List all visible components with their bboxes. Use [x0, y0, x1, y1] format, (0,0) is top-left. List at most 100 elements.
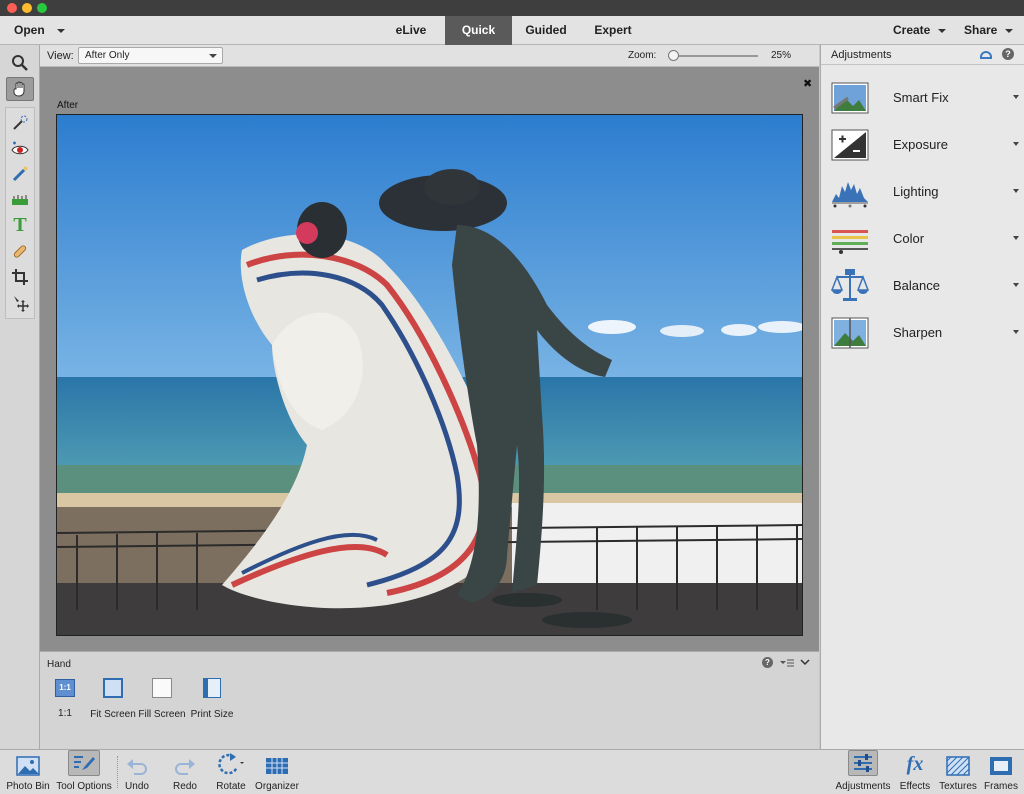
- chevron-down-icon: [1013, 142, 1019, 146]
- tool-options-icon: [74, 756, 95, 770]
- straighten-icon: [12, 195, 28, 205]
- tab-label: Guided: [525, 23, 567, 37]
- create-menu-button[interactable]: Create: [893, 16, 947, 45]
- adj-label: Sharpen: [893, 325, 943, 340]
- effects-button[interactable]: fx Effects: [896, 750, 934, 794]
- chevron-down-icon: [56, 28, 65, 33]
- print-size-label: Print Size: [190, 709, 234, 720]
- close-window-button[interactable]: [7, 3, 17, 13]
- texture-icon: [946, 756, 970, 776]
- photo-image: [56, 114, 803, 636]
- redo-icon: [175, 759, 195, 775]
- adj-label: Lighting: [893, 184, 939, 199]
- chevron-down-icon: [1013, 283, 1019, 287]
- fill-screen-label: Fill Screen: [138, 709, 186, 720]
- fit-screen-button[interactable]: Fit Screen: [89, 676, 137, 720]
- tool-options-button[interactable]: Tool Options: [55, 750, 113, 794]
- adj-sharpen[interactable]: Sharpen: [829, 313, 1019, 353]
- adj-color[interactable]: Color: [829, 219, 1019, 259]
- zoom-slider-thumb[interactable]: [667, 50, 679, 61]
- minimize-window-button[interactable]: [22, 3, 32, 13]
- redo-button[interactable]: Redo: [168, 750, 202, 794]
- textures-label: Textures: [939, 781, 977, 792]
- open-label: Open: [14, 23, 45, 37]
- magnifier-icon: [12, 55, 28, 71]
- move-tool[interactable]: [6, 291, 34, 315]
- options-bar: View: After Only Zoom: 25%: [40, 45, 819, 67]
- zoom-window-button[interactable]: [37, 3, 47, 13]
- adj-label: Balance: [893, 278, 940, 293]
- type-icon: T: [13, 213, 27, 236]
- zoom-1-1-button[interactable]: 1:1 1:1: [50, 676, 80, 719]
- photo-bin-button[interactable]: Photo Bin: [4, 750, 52, 794]
- bandage-icon: [13, 245, 27, 258]
- taskbar: Photo Bin Tool Options Undo Redo Rotate …: [0, 749, 1024, 794]
- rotate-button[interactable]: Rotate: [212, 750, 250, 794]
- adj-smart-fix[interactable]: Smart Fix: [829, 78, 1019, 118]
- fill-screen-icon: [152, 678, 172, 698]
- spot-healing-tool[interactable]: [6, 239, 34, 263]
- menu-bar: Open eLive Quick Guided Expert Create Sh…: [0, 16, 1024, 45]
- lighting-icon: [832, 182, 868, 208]
- zoom-label: Zoom:: [628, 50, 657, 61]
- frame-icon: [990, 757, 1012, 775]
- adj-balance[interactable]: Balance: [829, 266, 1019, 306]
- help-icon[interactable]: ?: [1002, 48, 1014, 60]
- print-size-icon: [203, 678, 221, 698]
- one-to-one-icon: 1:1: [55, 679, 75, 697]
- red-eye-tool[interactable]: [6, 137, 34, 161]
- print-size-button[interactable]: Print Size: [189, 676, 235, 720]
- tab-label: Expert: [594, 23, 632, 37]
- type-tool[interactable]: T: [6, 213, 34, 237]
- close-view-button[interactable]: ✖: [803, 77, 812, 90]
- tab-quick[interactable]: Quick: [445, 16, 512, 45]
- organizer-button[interactable]: Organizer: [254, 750, 300, 794]
- hand-icon: [13, 81, 25, 97]
- open-menu-button[interactable]: Open: [14, 16, 65, 45]
- undo-button[interactable]: Undo: [120, 750, 154, 794]
- frames-button[interactable]: Frames: [982, 750, 1020, 794]
- quick-selection-tool[interactable]: [6, 111, 34, 135]
- undo-icon: [127, 759, 147, 775]
- title-bar: [0, 0, 1024, 16]
- eye-icon: [11, 141, 29, 155]
- adj-exposure[interactable]: Exposure: [829, 125, 1019, 165]
- redo-label: Redo: [173, 781, 197, 792]
- hand-tool[interactable]: [6, 77, 34, 101]
- tab-elive[interactable]: eLive: [382, 16, 440, 45]
- panel-menu-icon[interactable]: [780, 658, 794, 668]
- adj-lighting[interactable]: Lighting: [829, 172, 1019, 212]
- adjustments-title: Adjustments: [831, 49, 892, 61]
- straighten-tool[interactable]: [6, 188, 34, 212]
- share-label: Share: [964, 23, 998, 37]
- create-label: Create: [893, 23, 931, 37]
- help-icon[interactable]: ?: [762, 657, 773, 668]
- zoom-1-1-label: 1:1: [58, 708, 72, 719]
- zoom-slider-track[interactable]: [668, 55, 758, 57]
- tab-expert[interactable]: Expert: [580, 16, 646, 45]
- reset-icon[interactable]: [979, 49, 993, 60]
- move-icon: [14, 296, 29, 312]
- view-select[interactable]: After Only: [78, 47, 223, 64]
- organizer-label: Organizer: [255, 781, 299, 792]
- fill-screen-button[interactable]: Fill Screen: [137, 676, 187, 720]
- fit-screen-label: Fit Screen: [90, 709, 136, 720]
- collapse-chevron-icon[interactable]: [800, 658, 810, 666]
- tab-guided[interactable]: Guided: [512, 16, 580, 45]
- tool-name: Hand: [47, 659, 71, 670]
- frames-label: Frames: [984, 781, 1018, 792]
- chevron-down-icon: [209, 54, 217, 58]
- tab-label: Quick: [461, 23, 496, 37]
- rotate-label: Rotate: [216, 781, 246, 792]
- whiten-teeth-tool[interactable]: [6, 162, 34, 186]
- toolbox: T: [0, 45, 40, 749]
- zoom-tool[interactable]: [6, 51, 34, 75]
- adjustments-button[interactable]: Adjustments: [834, 750, 892, 794]
- crop-tool[interactable]: [6, 265, 34, 289]
- share-menu-button[interactable]: Share: [964, 16, 1014, 45]
- textures-button[interactable]: Textures: [937, 750, 979, 794]
- color-icon: [832, 230, 868, 254]
- effects-label: Effects: [899, 781, 931, 792]
- exposure-icon: [831, 129, 869, 161]
- brush-icon: [12, 166, 28, 182]
